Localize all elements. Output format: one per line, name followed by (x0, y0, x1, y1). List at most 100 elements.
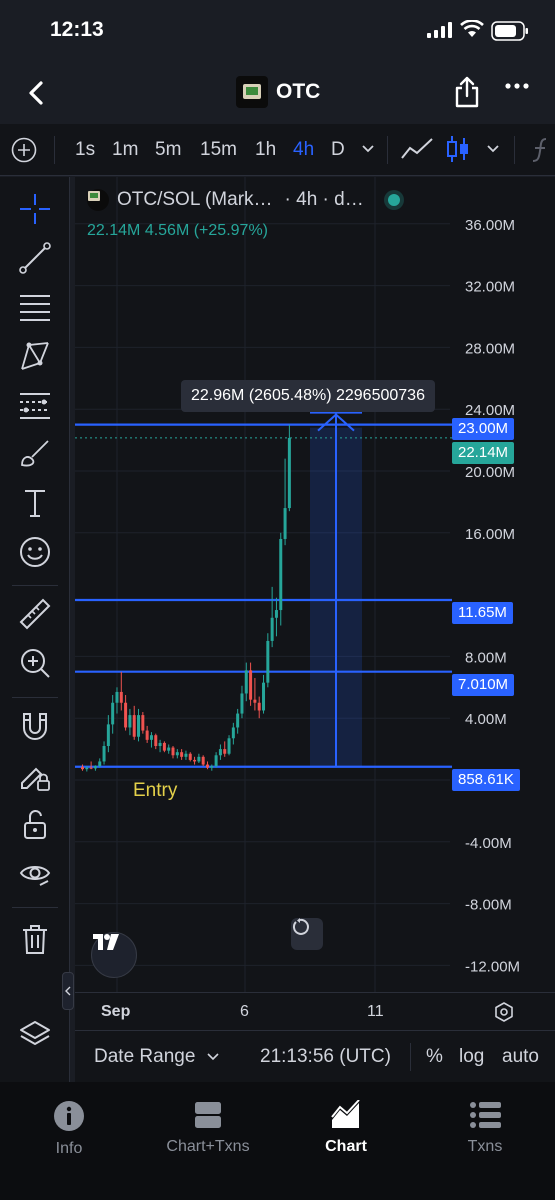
timeframe-15m[interactable]: 15m (200, 139, 237, 161)
tab-chart[interactable]: Chart (281, 1100, 411, 1156)
utc-clock[interactable]: 21:13:56 (UTC) (260, 1046, 391, 1068)
candle (171, 747, 175, 756)
timeframe-1m[interactable]: 1m (112, 139, 138, 161)
price-axis-label: -8.00M (465, 897, 512, 914)
price-tag-7-010m: 7.010M (452, 674, 515, 696)
reset-chart-button[interactable] (291, 918, 323, 950)
auto-scale-toggle[interactable]: auto (502, 1046, 539, 1068)
brush-tool[interactable] (15, 434, 55, 474)
candle (93, 766, 97, 769)
symbol-logo-icon (87, 189, 109, 211)
tab-info[interactable]: Info (4, 1100, 134, 1158)
timeframe-1h[interactable]: 1h (255, 139, 276, 161)
timeframe-4h[interactable]: 4h (293, 139, 314, 161)
more-icon[interactable] (505, 82, 529, 90)
token-logo-icon (236, 76, 268, 108)
price-chart[interactable]: 36.00M 32.00M 28.00M 24.00M 20.00M 16.00M 8.00… (75, 177, 555, 992)
add-indicator-icon[interactable] (11, 137, 37, 163)
candle (162, 742, 166, 751)
candle (154, 735, 158, 747)
timeframe-5m[interactable]: 5m (155, 139, 181, 161)
chevron-left-icon (65, 986, 71, 996)
tab-txns-label: Txns (467, 1138, 503, 1155)
magnet-icon (23, 713, 47, 740)
back-icon[interactable] (22, 78, 52, 108)
hide-drawings-tool[interactable] (15, 854, 55, 894)
fib-tool[interactable] (15, 385, 55, 425)
trend-line-tool[interactable] (15, 238, 55, 278)
candle (167, 747, 171, 751)
tradingview-logo-icon[interactable] (91, 932, 137, 978)
candle (274, 610, 278, 618)
toolbar-divider (514, 136, 515, 164)
pencil-lock-icon (21, 767, 50, 791)
candle (210, 766, 214, 768)
zoom-tool[interactable] (15, 643, 55, 683)
tab-chart-txns-label: Chart+Txns (166, 1138, 250, 1155)
candle (145, 730, 149, 740)
lock-drawings-tool[interactable] (15, 805, 55, 845)
candle (175, 752, 179, 756)
timeframe-1s[interactable]: 1s (75, 139, 95, 161)
candle (124, 702, 128, 728)
candle (227, 738, 231, 754)
emoji-tool[interactable] (15, 532, 55, 572)
share-icon[interactable] (454, 76, 480, 108)
list-icon (470, 1102, 501, 1128)
crosshair-tool[interactable] (15, 189, 55, 229)
split-view-icon (195, 1102, 221, 1128)
candle (188, 753, 192, 760)
chevron-down-icon[interactable] (486, 144, 500, 154)
timeframe-1d[interactable]: D (331, 139, 345, 161)
pattern-icon (21, 342, 49, 370)
candle (218, 749, 222, 756)
candle (197, 756, 201, 762)
indicators-icon[interactable] (530, 136, 554, 164)
price-axis-label: 28.00M (465, 340, 515, 357)
measure-tool[interactable] (15, 594, 55, 634)
date-range-button[interactable]: Date Range (94, 1046, 219, 1068)
tab-txns[interactable]: Txns (420, 1100, 550, 1156)
candle (253, 699, 257, 703)
stay-in-drawing-tool[interactable] (15, 756, 55, 796)
pattern-tool[interactable] (15, 336, 55, 376)
chevron-down-icon[interactable] (361, 144, 375, 154)
collapse-toolbar-button[interactable] (62, 972, 74, 1010)
line-chart-icon[interactable] (400, 136, 434, 162)
object-tree-tool[interactable] (15, 1015, 55, 1055)
candle (201, 756, 205, 765)
candle (149, 735, 153, 740)
price-tag-entry: 858.61K (452, 769, 520, 791)
log-scale-toggle[interactable]: log (459, 1046, 484, 1068)
chart-legend[interactable]: OTC/SOL (Mark… · 4h · d… (87, 189, 400, 211)
time-label-11: 11 (367, 1003, 384, 1020)
parallel-lines-tool[interactable] (15, 287, 55, 327)
candle (249, 670, 253, 700)
candle (132, 715, 136, 737)
delete-drawings-tool[interactable] (15, 919, 55, 959)
magnet-tool[interactable] (15, 707, 55, 747)
legend-interval: · 4h · d… (284, 189, 364, 210)
date-range-label: Date Range (94, 1046, 196, 1067)
info-icon (54, 1101, 84, 1131)
candle (158, 742, 162, 747)
time-axis[interactable]: Sep 6 11 (75, 992, 555, 1030)
candle (115, 691, 119, 703)
percent-scale-toggle[interactable]: % (426, 1046, 443, 1068)
candle (81, 766, 84, 770)
candles-chart-icon[interactable] (446, 134, 470, 164)
candle (266, 640, 270, 683)
candle (119, 691, 123, 703)
tab-chart-txns[interactable]: Chart+Txns (143, 1100, 273, 1156)
candle (193, 759, 197, 762)
price-axis-label: -4.00M (465, 835, 512, 852)
chart-settings-icon[interactable] (493, 1001, 515, 1023)
candle (137, 715, 141, 737)
chart-area[interactable]: 36.00M 32.00M 28.00M 24.00M 20.00M 16.00M 8.00… (75, 177, 555, 992)
text-tool[interactable] (15, 483, 55, 523)
bottom-tab-bar: Info Chart+Txns Chart Txns (0, 1082, 555, 1200)
entry-label: Entry (133, 780, 178, 801)
status-bar: 12:13 (0, 0, 555, 62)
candle (141, 715, 145, 731)
brush-icon (21, 440, 49, 467)
